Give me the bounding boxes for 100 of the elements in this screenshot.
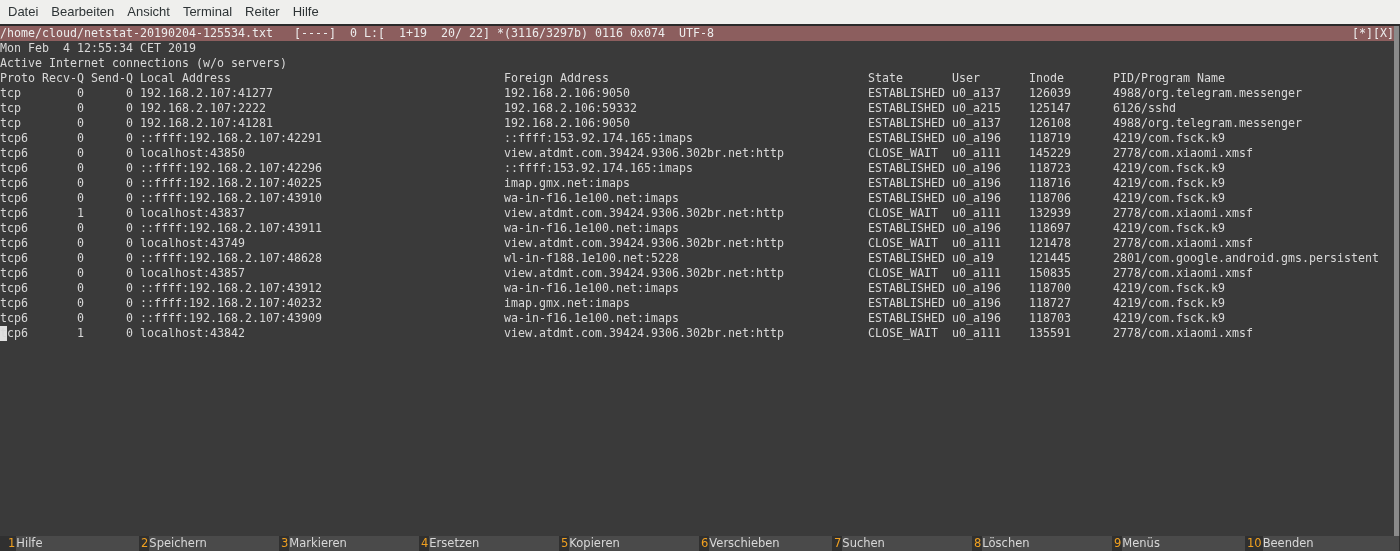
table-cell: tcp6 (0, 281, 28, 296)
table-cell: 118723 (1029, 161, 1071, 176)
column-header: Recv-Q (42, 71, 84, 86)
key-number: 9 (1113, 536, 1123, 551)
column-header: User (952, 71, 980, 86)
table-cell: u0_a19 (952, 251, 994, 266)
table-cell: 0 (126, 191, 133, 206)
table-cell: localhost:43850 (140, 146, 245, 161)
table-cell: wa-in-f16.1e100.net:imaps (504, 221, 679, 236)
table-cell: 2778/com.xiaomi.xmsf (1113, 206, 1253, 221)
table-cell: tcp (0, 86, 21, 101)
function-key-button[interactable]: Kopieren (569, 536, 699, 551)
table-cell: ::ffff:192.168.2.107:43911 (140, 221, 322, 236)
function-key-button[interactable]: Löschen (982, 536, 1112, 551)
scrollbar[interactable] (1394, 26, 1399, 536)
table-cell: 4988/org.telegram.messenger (1113, 116, 1302, 131)
table-cell: 0 (126, 251, 133, 266)
table-cell: 0 (77, 266, 84, 281)
table-cell: u0_a111 (952, 326, 1001, 341)
table-cell: 1 (77, 206, 84, 221)
table-cell: 4219/com.fsck.k9 (1113, 281, 1225, 296)
table-cell: u0_a111 (952, 206, 1001, 221)
table-cell: view.atdmt.com.39424.9306.302br.net:http (504, 326, 784, 341)
table-cell: ::ffff:192.168.2.107:40225 (140, 176, 322, 191)
function-key-button[interactable]: Menüs (1122, 536, 1245, 551)
table-cell: 0 (77, 281, 84, 296)
table-cell: tcp6 (0, 251, 28, 266)
table-cell: 0 (126, 221, 133, 236)
table-cell: 0 (77, 176, 84, 191)
menu-item[interactable]: Ansicht (127, 2, 170, 22)
table-cell: 0 (126, 161, 133, 176)
table-cell: CLOSE_WAIT (868, 266, 938, 281)
table-cell: 0 (126, 131, 133, 146)
table-cell: 4219/com.fsck.k9 (1113, 176, 1225, 191)
table-cell: ::ffff:192.168.2.107:43909 (140, 311, 322, 326)
table-cell: 145229 (1029, 146, 1071, 161)
table-cell: u0_a196 (952, 296, 1001, 311)
table-cell: ESTABLISHED (868, 296, 945, 311)
table-cell: 192.168.2.106:9050 (504, 86, 630, 101)
table-cell: tcp (0, 116, 21, 131)
menu-item[interactable]: Bearbeiten (51, 2, 115, 22)
function-key-button[interactable]: Speichern (149, 536, 279, 551)
menu-item[interactable]: Datei (8, 2, 39, 22)
table-cell: CLOSE_WAIT (868, 146, 938, 161)
table-cell: 0 (77, 236, 84, 251)
menu-item[interactable]: Terminal (182, 2, 232, 22)
table-cell: tcp6 (0, 131, 28, 146)
function-key-button[interactable]: Hilfe (16, 536, 139, 551)
column-header: Proto (0, 71, 35, 86)
table-cell: wl-in-f188.1e100.net:5228 (504, 251, 679, 266)
table-cell: 4219/com.fsck.k9 (1113, 221, 1225, 236)
table-cell: 150835 (1029, 266, 1071, 281)
function-key-button[interactable]: Markieren (289, 536, 419, 551)
menu-item[interactable]: Hilfe (292, 2, 319, 22)
table-cell: ::ffff:192.168.2.107:42296 (140, 161, 322, 176)
table-cell: 118700 (1029, 281, 1071, 296)
function-key-button[interactable]: Ersetzen (429, 536, 559, 551)
menu-item[interactable]: Reiter (245, 2, 280, 22)
table-cell: 118697 (1029, 221, 1071, 236)
table-cell: 0 (126, 206, 133, 221)
table-cell: 4988/org.telegram.messenger (1113, 86, 1302, 101)
table-cell: 0 (77, 191, 84, 206)
table-cell: 118716 (1029, 176, 1071, 191)
table-cell: 0 (126, 311, 133, 326)
table-cell: 118706 (1029, 191, 1071, 206)
table-cell: localhost:43842 (140, 326, 245, 341)
table-cell: 132939 (1029, 206, 1071, 221)
function-key-button[interactable]: Suchen (842, 536, 972, 551)
table-cell: CLOSE_WAIT (868, 236, 938, 251)
table-cell: tcp6 (0, 296, 28, 311)
text-line: Mon Feb 4 12:55:34 CET 2019 (0, 41, 196, 55)
table-cell: u0_a111 (952, 146, 1001, 161)
table-cell: 0 (126, 266, 133, 281)
table-cell: ESTABLISHED (868, 251, 945, 266)
table-cell: 126108 (1029, 116, 1071, 131)
table-cell: 4219/com.fsck.k9 (1113, 296, 1225, 311)
window-buttons[interactable]: [*][X] (1352, 26, 1394, 41)
column-header: Inode (1029, 71, 1064, 86)
table-cell: tcp (0, 101, 21, 116)
table-cell: 0 (126, 116, 133, 131)
table-cell: tcp6 (0, 266, 28, 281)
table-cell: 192.168.2.106:9050 (504, 116, 630, 131)
table-cell: 0 (77, 251, 84, 266)
key-number: 6 (700, 536, 709, 551)
table-cell: ::ffff:192.168.2.107:43910 (140, 191, 322, 206)
table-cell: 2778/com.xiaomi.xmsf (1113, 236, 1253, 251)
column-header: Send-Q (91, 71, 133, 86)
table-cell: 2778/com.xiaomi.xmsf (1113, 266, 1253, 281)
table-cell: ::ffff:192.168.2.107:48628 (140, 251, 322, 266)
key-number: 7 (833, 536, 843, 551)
table-cell: 192.168.2.107:41281 (140, 116, 273, 131)
table-cell: 0 (77, 221, 84, 236)
function-key-button[interactable]: Beenden (1262, 536, 1399, 551)
table-cell: ESTABLISHED (868, 161, 945, 176)
table-cell: 0 (77, 296, 84, 311)
table-cell: ESTABLISHED (868, 221, 945, 236)
table-cell: 0 (126, 296, 133, 311)
function-key-button[interactable]: Verschieben (709, 536, 832, 551)
table-cell: u0_a111 (952, 266, 1001, 281)
key-number: 3 (280, 536, 290, 551)
